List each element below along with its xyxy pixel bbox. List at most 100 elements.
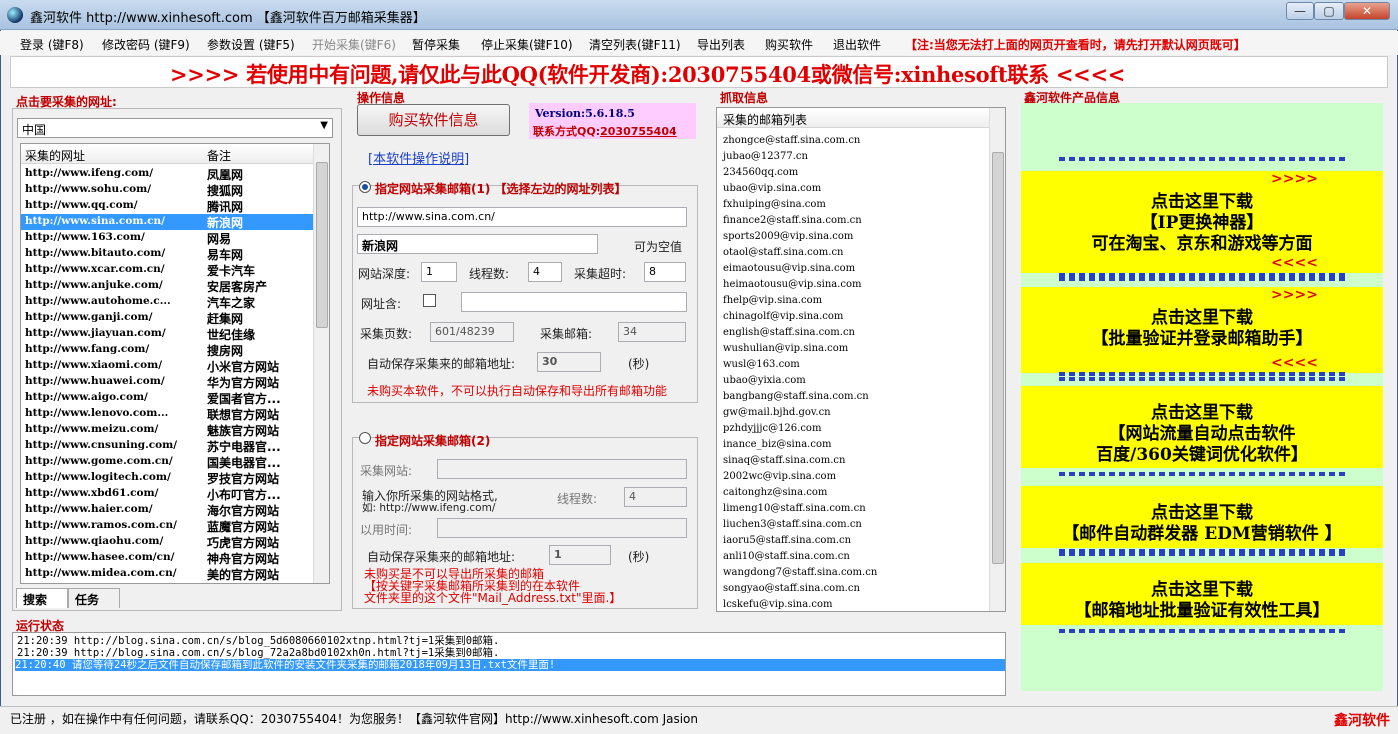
email-list-row[interactable]: otaol@staff.sina.com.cn [723,247,844,258]
url-list-row[interactable]: http://www.fang.com/搜房网 [21,342,313,358]
url-list-row[interactable]: http://www.haier.com/海尔官方网站 [21,502,313,518]
mode1-radio[interactable] [359,181,371,193]
menu-item[interactable]: 清空列表(键F11) [589,36,681,53]
url-list-row[interactable]: http://www.aigo.com/爱国者官方... [21,390,313,406]
column-header-note[interactable]: 备注 [207,147,231,164]
url-list-row[interactable]: http://www.xbd61.com/小布叮官方... [21,486,313,502]
mode2-label[interactable]: 指定网站采集邮箱(2) [375,432,490,449]
maximize-button[interactable]: ▢ [1314,2,1344,20]
mode1-name-input[interactable]: 新浪网 [357,234,598,254]
mode1-url-input[interactable]: http://www.sina.com.cn/ [357,207,687,227]
email-list-row[interactable]: ubao@vip.sina.com [723,183,821,194]
url-list-row[interactable]: http://www.jiayuan.com/世纪佳缘 [21,326,313,342]
url-list-row[interactable]: http://www.midea.com.cn/美的官方网站 [21,566,313,582]
email-list-row[interactable]: inance_biz@sina.com [723,439,831,450]
url-list-row[interactable]: http://www.ramos.com.cn/蓝魔官方网站 [21,518,313,534]
email-list-row[interactable]: bangbang@staff.sina.com.cn [723,391,869,402]
site-input[interactable] [437,459,687,479]
email-list-row[interactable]: chinagolf@vip.sina.com [723,311,843,322]
depth-input[interactable]: 1 [421,262,457,282]
menu-item[interactable]: 参数设置 (键F5) [207,36,295,53]
url-list-row[interactable]: http://www.xcar.com.cn/爱卡汽车 [21,262,313,278]
menu-item[interactable]: 停止采集(键F10) [481,36,573,53]
url-list-row[interactable]: http://www.meizu.com/魅族官方网站 [21,422,313,438]
menu-item[interactable]: 暂停采集 [412,36,460,53]
url-list-row[interactable]: http://www.bitauto.com/易车网 [21,246,313,262]
log-line[interactable]: 21:20:40 请您等待24秒之后文件自动保存邮箱到此软件的安装文件夹采集的邮… [15,659,1005,671]
email-list-row[interactable]: jubao@12377.cn [723,151,808,162]
email-list-row[interactable]: 2002wc@vip.sina.com [723,471,836,482]
email-list-row[interactable]: songyao@staff.sina.com.cn [723,583,860,594]
tab-search[interactable]: 搜索 [16,588,68,608]
ad-download-banner[interactable]: >>>> 点击这里下载 【批量验证并登录邮箱助手】 <<<< [1021,287,1383,373]
email-list-row[interactable]: 234560qq.com [723,167,798,178]
url-list[interactable]: 采集的网址 备注 http://www.ifeng.com/凤凰网 http://… [20,143,330,584]
url-list-row[interactable]: http://www.hasee.com/cn/神舟官方网站 [21,550,313,566]
contact-qq-link[interactable]: 2030755404 [600,125,677,138]
email-list-scrollbar[interactable] [989,108,1005,611]
brand-link[interactable]: 鑫河软件 [1334,710,1390,730]
ad-download-banner[interactable]: 点击这里下载 【邮箱地址批量验证有效性工具】 [1021,563,1383,625]
urlmatch-checkbox[interactable] [423,294,436,307]
url-list-row[interactable]: http://www.qiaohu.com/巧虎官方网站 [21,534,313,550]
mode1-label[interactable]: 指定网站采集邮箱(1) 【选择左边的网址列表】 [375,180,627,197]
region-select[interactable]: 中国 ▼ [17,118,333,138]
url-list-row[interactable]: http://www.huawei.com/华为官方网站 [21,374,313,390]
email-list-row[interactable]: finance2@staff.sina.com.cn [723,215,862,226]
close-button[interactable]: ✕ [1344,2,1390,20]
threads2-input[interactable]: 4 [624,487,687,507]
url-list-row[interactable]: http://www.gome.com.cn/国美电器官... [21,454,313,470]
manual-link[interactable]: [本软件操作说明] [368,148,469,167]
email-list-row[interactable]: sports2009@vip.sina.com [723,231,853,242]
url-list-row[interactable]: http://www.sohu.com/搜狐网 [21,182,313,198]
menu-item[interactable]: 开始采集(键F6) [312,36,396,53]
timeout-input[interactable]: 8 [644,262,686,282]
email-list-row[interactable]: eimaotousu@vip.sina.com [723,263,855,274]
email-list-row[interactable]: liuchen3@staff.sina.com.cn [723,519,862,530]
url-list-row[interactable]: http://www.autohome.c... 汽车之家 [21,294,313,310]
email-list-row[interactable]: sinaq@staff.sina.com.cn [723,455,845,466]
log-line[interactable]: 21:20:39 http://blog.sina.com.cn/s/blog_… [17,635,499,647]
tab-tasks[interactable]: 任务 [68,588,120,608]
column-header-emails[interactable]: 采集的邮箱列表 [723,111,807,128]
email-list-row[interactable]: anli10@staff.sina.com.cn [723,551,850,562]
menu-item[interactable]: 退出软件 [833,36,881,53]
url-list-row[interactable]: http://www.cnsuning.com/苏宁电器官... [21,438,313,454]
menu-item[interactable]: 购买软件 [765,36,813,53]
url-list-row[interactable]: http://www.ganji.com/赶集网 [21,310,313,326]
email-list-row[interactable]: limeng10@staff.sina.com.cn [723,503,866,514]
minimize-button[interactable]: — [1286,2,1314,20]
email-list-row[interactable]: fxhuiping@sina.com [723,199,826,210]
email-list-row[interactable]: pzhdyjjjc@126.com [723,423,821,434]
column-header-url[interactable]: 采集的网址 [25,147,85,164]
url-list-scroll-thumb[interactable] [316,162,328,328]
url-list-row[interactable]: http://www.anjuke.com/安居客房产 [21,278,313,294]
email-list-row[interactable]: iaoru5@staff.sina.com.cn [723,535,851,546]
run-log[interactable]: 21:20:39 http://blog.sina.com.cn/s/blog_… [12,632,1006,696]
email-list-scroll-thumb[interactable] [992,152,1004,564]
email-list-row[interactable]: wushulian@vip.sina.com [723,343,848,354]
menu-item[interactable]: 导出列表 [697,36,745,53]
email-list-row[interactable]: wangdong7@staff.sina.com.cn [723,567,877,578]
email-list-row[interactable]: lcskefu@vip.sina.com [723,599,833,610]
ad-download-banner[interactable]: 点击这里下载 【网站流量自动点击软件 百度/360关键词优化软件】 [1021,386,1383,468]
threads-input[interactable]: 4 [528,262,562,282]
email-list-row[interactable]: ubao@yixia.com [723,375,806,386]
email-list-row[interactable]: gw@mail.bjhd.gov.cn [723,407,831,418]
url-list-row[interactable]: http://www.logitech.com/罗技官方网站 [21,470,313,486]
email-list-row[interactable]: zhongce@staff.sina.com.cn [723,135,860,146]
buy-software-button[interactable]: 购买软件信息 [357,104,510,136]
url-list-scrollbar[interactable] [313,144,329,583]
email-list-row[interactable]: wusl@163.com [723,359,800,370]
email-list[interactable]: 采集的邮箱列表 zhongce@staff.sina.com.cn jubao@1… [716,107,1006,612]
url-list-row[interactable]: http://www.xiaomi.com/小米官方网站 [21,358,313,374]
url-list-row[interactable]: http://www.ifeng.com/凤凰网 [21,166,313,182]
email-list-row[interactable]: fhelp@vip.sina.com [723,295,822,306]
url-list-row[interactable]: http://www.163.com/网易 [21,230,313,246]
url-list-row[interactable]: http://www.sina.com.cn/新浪网 [21,214,313,230]
mode2-radio[interactable] [359,432,371,444]
url-list-row[interactable]: http://www.lenovo.com... 联想官方网站 [21,406,313,422]
email-list-row[interactable]: english@staff.sina.com.cn [723,327,855,338]
url-list-row[interactable]: http://www.qq.com/腾讯网 [21,198,313,214]
menu-item[interactable]: 登录 (键F8) [20,36,84,53]
